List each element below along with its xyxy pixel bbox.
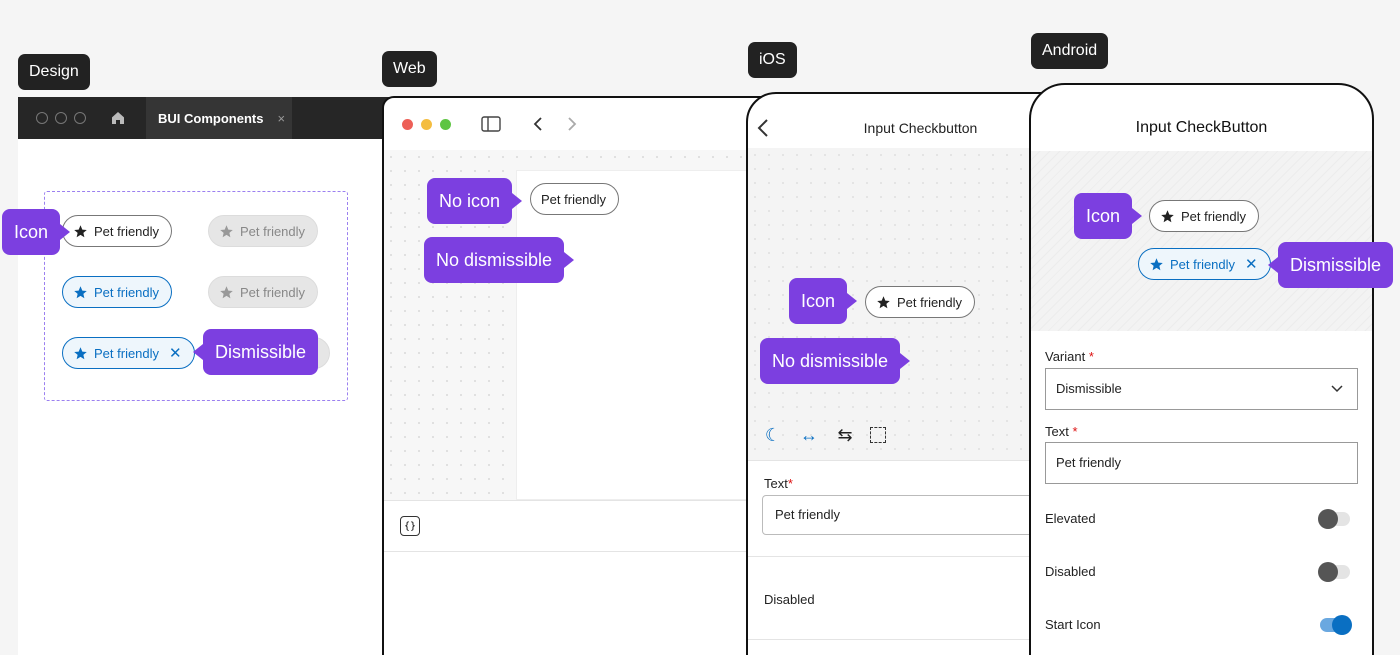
close-icon[interactable]: ✕ <box>1245 257 1258 272</box>
text-input[interactable]: Pet friendly <box>762 495 1054 535</box>
chip-icon-disabled-2: Pet friendly <box>208 276 319 308</box>
android-chip-icon[interactable]: Pet friendly <box>1149 200 1260 232</box>
callout-no-dismissible: No dismissible <box>424 237 575 283</box>
tab-bui-components[interactable]: BUI Components × <box>146 97 292 139</box>
star-icon <box>1149 257 1164 272</box>
star-icon <box>73 224 88 239</box>
chip-label: Pet friendly <box>897 294 963 310</box>
chip-icon-selected[interactable]: Pet friendly <box>62 276 173 308</box>
callout-no-icon: No icon <box>427 178 523 224</box>
required-mark: * <box>1088 349 1094 364</box>
web-chip-no-icon[interactable]: Pet friendly <box>530 183 620 215</box>
window-close-icon[interactable] <box>36 112 48 124</box>
text-field-label: Text* <box>764 476 793 491</box>
toggle-label-disabled: Disabled <box>1045 564 1096 579</box>
window-maximize-icon[interactable] <box>74 112 86 124</box>
chip-label: Pet friendly <box>94 223 160 239</box>
text-label: Text * <box>1045 424 1078 439</box>
web-label: Web <box>382 51 437 87</box>
chip-dismissible[interactable]: Pet friendly ✕ <box>62 337 195 369</box>
sidebar-icon[interactable] <box>481 116 501 132</box>
swap-icon[interactable]: ⇆ <box>834 424 856 446</box>
chip-label: Pet friendly <box>94 345 160 361</box>
chip-label: Pet friendly <box>94 284 160 300</box>
dark-mode-icon[interactable]: ☾ <box>762 424 784 446</box>
callout-no-dismissible-ios: No dismissible <box>760 338 911 384</box>
variant-value: Dismissible <box>1056 381 1122 396</box>
star-icon <box>219 224 234 239</box>
android-canvas <box>1031 151 1372 331</box>
divider <box>748 639 1054 640</box>
android-window: Input CheckButton Variant * Dismissible … <box>1029 83 1374 655</box>
star-icon <box>73 346 88 361</box>
window-minimize-icon[interactable] <box>421 118 432 130</box>
code-icon[interactable]: {} <box>400 516 420 536</box>
star-icon <box>73 285 88 300</box>
callout-icon: Icon <box>2 209 71 255</box>
required-mark: * <box>787 476 793 491</box>
toggle-knob <box>1318 562 1338 582</box>
window-minimize-icon[interactable] <box>55 112 67 124</box>
chevron-down-icon <box>1331 385 1343 393</box>
label-text: Text <box>1045 424 1069 439</box>
star-icon <box>219 285 234 300</box>
ios-title: Input Checkbutton <box>863 120 978 136</box>
disabled-toggle[interactable] <box>1318 562 1350 582</box>
elevated-toggle[interactable] <box>1318 509 1350 529</box>
chip-label: Pet friendly <box>541 191 607 207</box>
toggle-label-elevated: Elevated <box>1045 511 1096 526</box>
back-icon[interactable] <box>531 116 545 132</box>
callout-icon-android: Icon <box>1074 193 1143 239</box>
android-label: Android <box>1031 33 1109 69</box>
close-icon[interactable]: ✕ <box>169 346 182 361</box>
chip-label: Pet friendly <box>240 284 306 300</box>
callout-dismissible: Dismissible <box>192 329 319 375</box>
toggle-label-start-icon: Start Icon <box>1045 617 1101 632</box>
label-text: Text <box>764 476 788 491</box>
android-title: Input CheckButton <box>1135 119 1268 136</box>
chip-label: Pet friendly <box>1170 256 1236 272</box>
divider <box>748 460 1054 461</box>
ios-chip-icon[interactable]: Pet friendly <box>865 286 976 318</box>
frame-icon[interactable] <box>870 427 886 443</box>
variant-label: Variant * <box>1045 349 1094 364</box>
forward-icon[interactable] <box>565 116 579 132</box>
toggle-knob <box>1318 509 1338 529</box>
tab-title: BUI Components <box>158 110 264 126</box>
chip-icon-default[interactable]: Pet friendly <box>62 215 173 247</box>
ios-label: iOS <box>748 42 797 78</box>
home-icon[interactable] <box>110 110 126 126</box>
text-input[interactable]: Pet friendly <box>1045 442 1358 484</box>
star-icon <box>1160 209 1175 224</box>
variant-select[interactable]: Dismissible <box>1045 368 1358 410</box>
window-close-icon[interactable] <box>402 118 413 130</box>
design-label: Design <box>18 54 90 90</box>
chip-icon-disabled: Pet friendly <box>208 215 319 247</box>
chip-label: Pet friendly <box>1181 208 1247 224</box>
resize-horizontal-icon[interactable]: ↔ <box>798 424 820 446</box>
chip-label: Pet friendly <box>240 223 306 239</box>
label-text: Variant <box>1045 349 1086 364</box>
start-icon-toggle[interactable] <box>1320 615 1352 635</box>
divider <box>748 556 1054 557</box>
window-maximize-icon[interactable] <box>440 118 451 130</box>
android-chip-dismissible[interactable]: Pet friendly ✕ <box>1138 248 1271 280</box>
callout-icon-ios: Icon <box>789 278 858 324</box>
tab-close-icon[interactable]: × <box>277 111 285 126</box>
callout-dismissible-android: Dismissible <box>1267 242 1394 288</box>
disabled-label: Disabled <box>764 592 815 607</box>
web-bottom-bar: {} <box>384 500 800 552</box>
ios-toolbar: ☾ ↔ ⇆ <box>762 424 886 446</box>
star-icon <box>876 295 891 310</box>
required-mark: * <box>1072 424 1078 439</box>
web-titlebar <box>384 98 800 150</box>
toggle-knob <box>1332 615 1352 635</box>
